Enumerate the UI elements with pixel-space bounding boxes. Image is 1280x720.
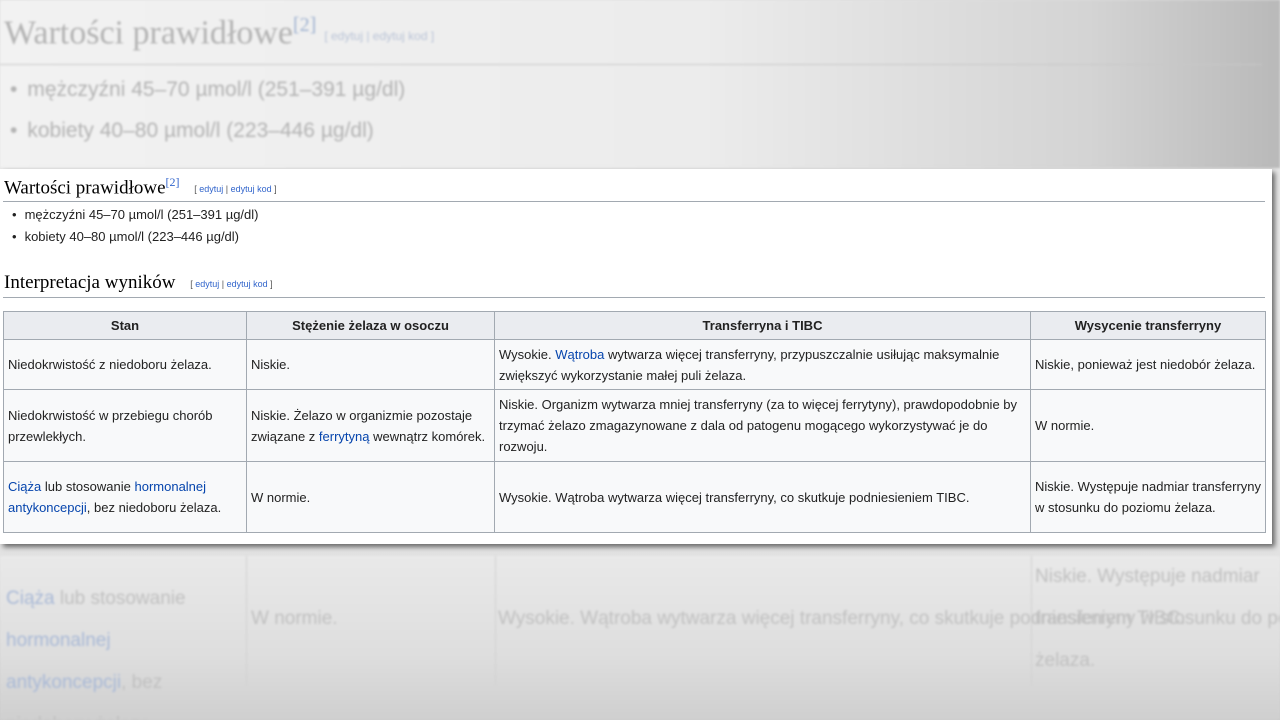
pregnancy-link[interactable]: Ciąża	[8, 479, 41, 494]
table-cell: Niedokrwistość w przebiegu chorób przewl…	[3, 389, 247, 462]
column-divider	[495, 556, 496, 686]
zoomed-preview-bottom: Ciąża lub stosowanie hormonalnej antykonc…	[0, 556, 1280, 720]
edit-links: [ edytuj | edytuj kod ]	[190, 278, 273, 289]
zoom-divider	[0, 64, 1262, 65]
zoom-heading: Wartości prawidłowe[2][ edytuj | edytuj …	[4, 14, 435, 52]
section-heading-interpretation: Interpretacja wyników [ edytuj | edytuj …	[4, 272, 273, 293]
heading-divider	[3, 201, 1265, 202]
section-heading-normal-values: Wartości prawidłowe[2] [ edytuj | edytuj…	[4, 175, 277, 199]
table-cell: Niskie. Występuje nadmiar transferryny w…	[1030, 461, 1266, 533]
table-cell: Niedokrwistość z niedoboru żelaza.	[3, 339, 247, 390]
list-item: mężczyźni 45–70 µmol/l (251–391 µg/dl)	[12, 207, 259, 222]
article-card: Wartości prawidłowe[2] [ edytuj | edytuj…	[0, 169, 1272, 544]
edit-source-link[interactable]: edytuj kod	[231, 184, 272, 194]
column-header: Stężenie żelaza w osoczu	[246, 311, 495, 340]
table-cell: Wysokie. Wątroba wytwarza więcej transfe…	[494, 339, 1031, 390]
table-row: Ciąża lub stosowanie hormonalnej antykon…	[3, 461, 1266, 533]
heading-divider	[3, 297, 1265, 298]
table-cell: Wysokie. Wątroba wytwarza więcej transfe…	[494, 461, 1031, 533]
reflection-cell: Ciąża lub stosowanie hormonalnej antykonc…	[6, 588, 186, 720]
column-header: Wysycenie transferryny	[1030, 311, 1266, 340]
table-row: Niedokrwistość z niedoboru żelaza. Niski…	[3, 339, 1266, 390]
column-divider	[246, 556, 247, 686]
zoom-list: mężczyźni 45–70 µmol/l (251–391 µg/dl) k…	[10, 78, 405, 160]
table-cell: Niskie. Organizm wytwarza mniej transfer…	[494, 389, 1031, 462]
table-cell: Ciąża lub stosowanie hormonalnej antykon…	[3, 461, 247, 533]
table-cell: Niskie.	[246, 339, 495, 390]
reflection-cell: Niskie. Występuje nadmiar transferryny w …	[1035, 566, 1280, 671]
list-item: kobiety 40–80 µmol/l (223–446 µg/dl)	[12, 229, 259, 244]
edit-link[interactable]: edytuj	[199, 184, 223, 194]
zoom-list-item: mężczyźni 45–70 µmol/l (251–391 µg/dl)	[10, 78, 405, 102]
table-cell: W normie.	[246, 461, 495, 533]
table-row: Niedokrwistość w przebiegu chorób przewl…	[3, 389, 1266, 462]
liver-link[interactable]: Wątroba	[555, 347, 604, 362]
zoomed-preview-top: Wartości prawidłowe[2][ edytuj | edytuj …	[0, 0, 1280, 168]
edit-link[interactable]: edytuj	[195, 279, 219, 289]
edit-links: [ edytuj | edytuj kod ]	[194, 183, 277, 194]
zoom-list-item: kobiety 40–80 µmol/l (223–446 µg/dl)	[10, 119, 405, 143]
reflection-cell: W normie.	[251, 608, 338, 629]
table-cell: W normie.	[1030, 389, 1266, 462]
ferritin-link[interactable]: ferrytyną	[319, 429, 370, 444]
column-header: Transferryna i TIBC	[494, 311, 1031, 340]
table-cell: Niskie. Żelazo w organizmie pozostaje zw…	[246, 389, 495, 462]
interpretation-table: Stan Stężenie żelaza w osoczu Transferry…	[3, 311, 1266, 533]
normal-values-list: mężczyźni 45–70 µmol/l (251–391 µg/dl) k…	[12, 207, 259, 251]
table-cell: Niskie, ponieważ jest niedobór żelaza.	[1030, 339, 1266, 390]
edit-source-link[interactable]: edytuj kod	[227, 279, 268, 289]
reference-link[interactable]: [2]	[166, 175, 180, 189]
column-header: Stan	[3, 311, 247, 340]
table-header-row: Stan Stężenie żelaza w osoczu Transferry…	[3, 311, 1266, 340]
